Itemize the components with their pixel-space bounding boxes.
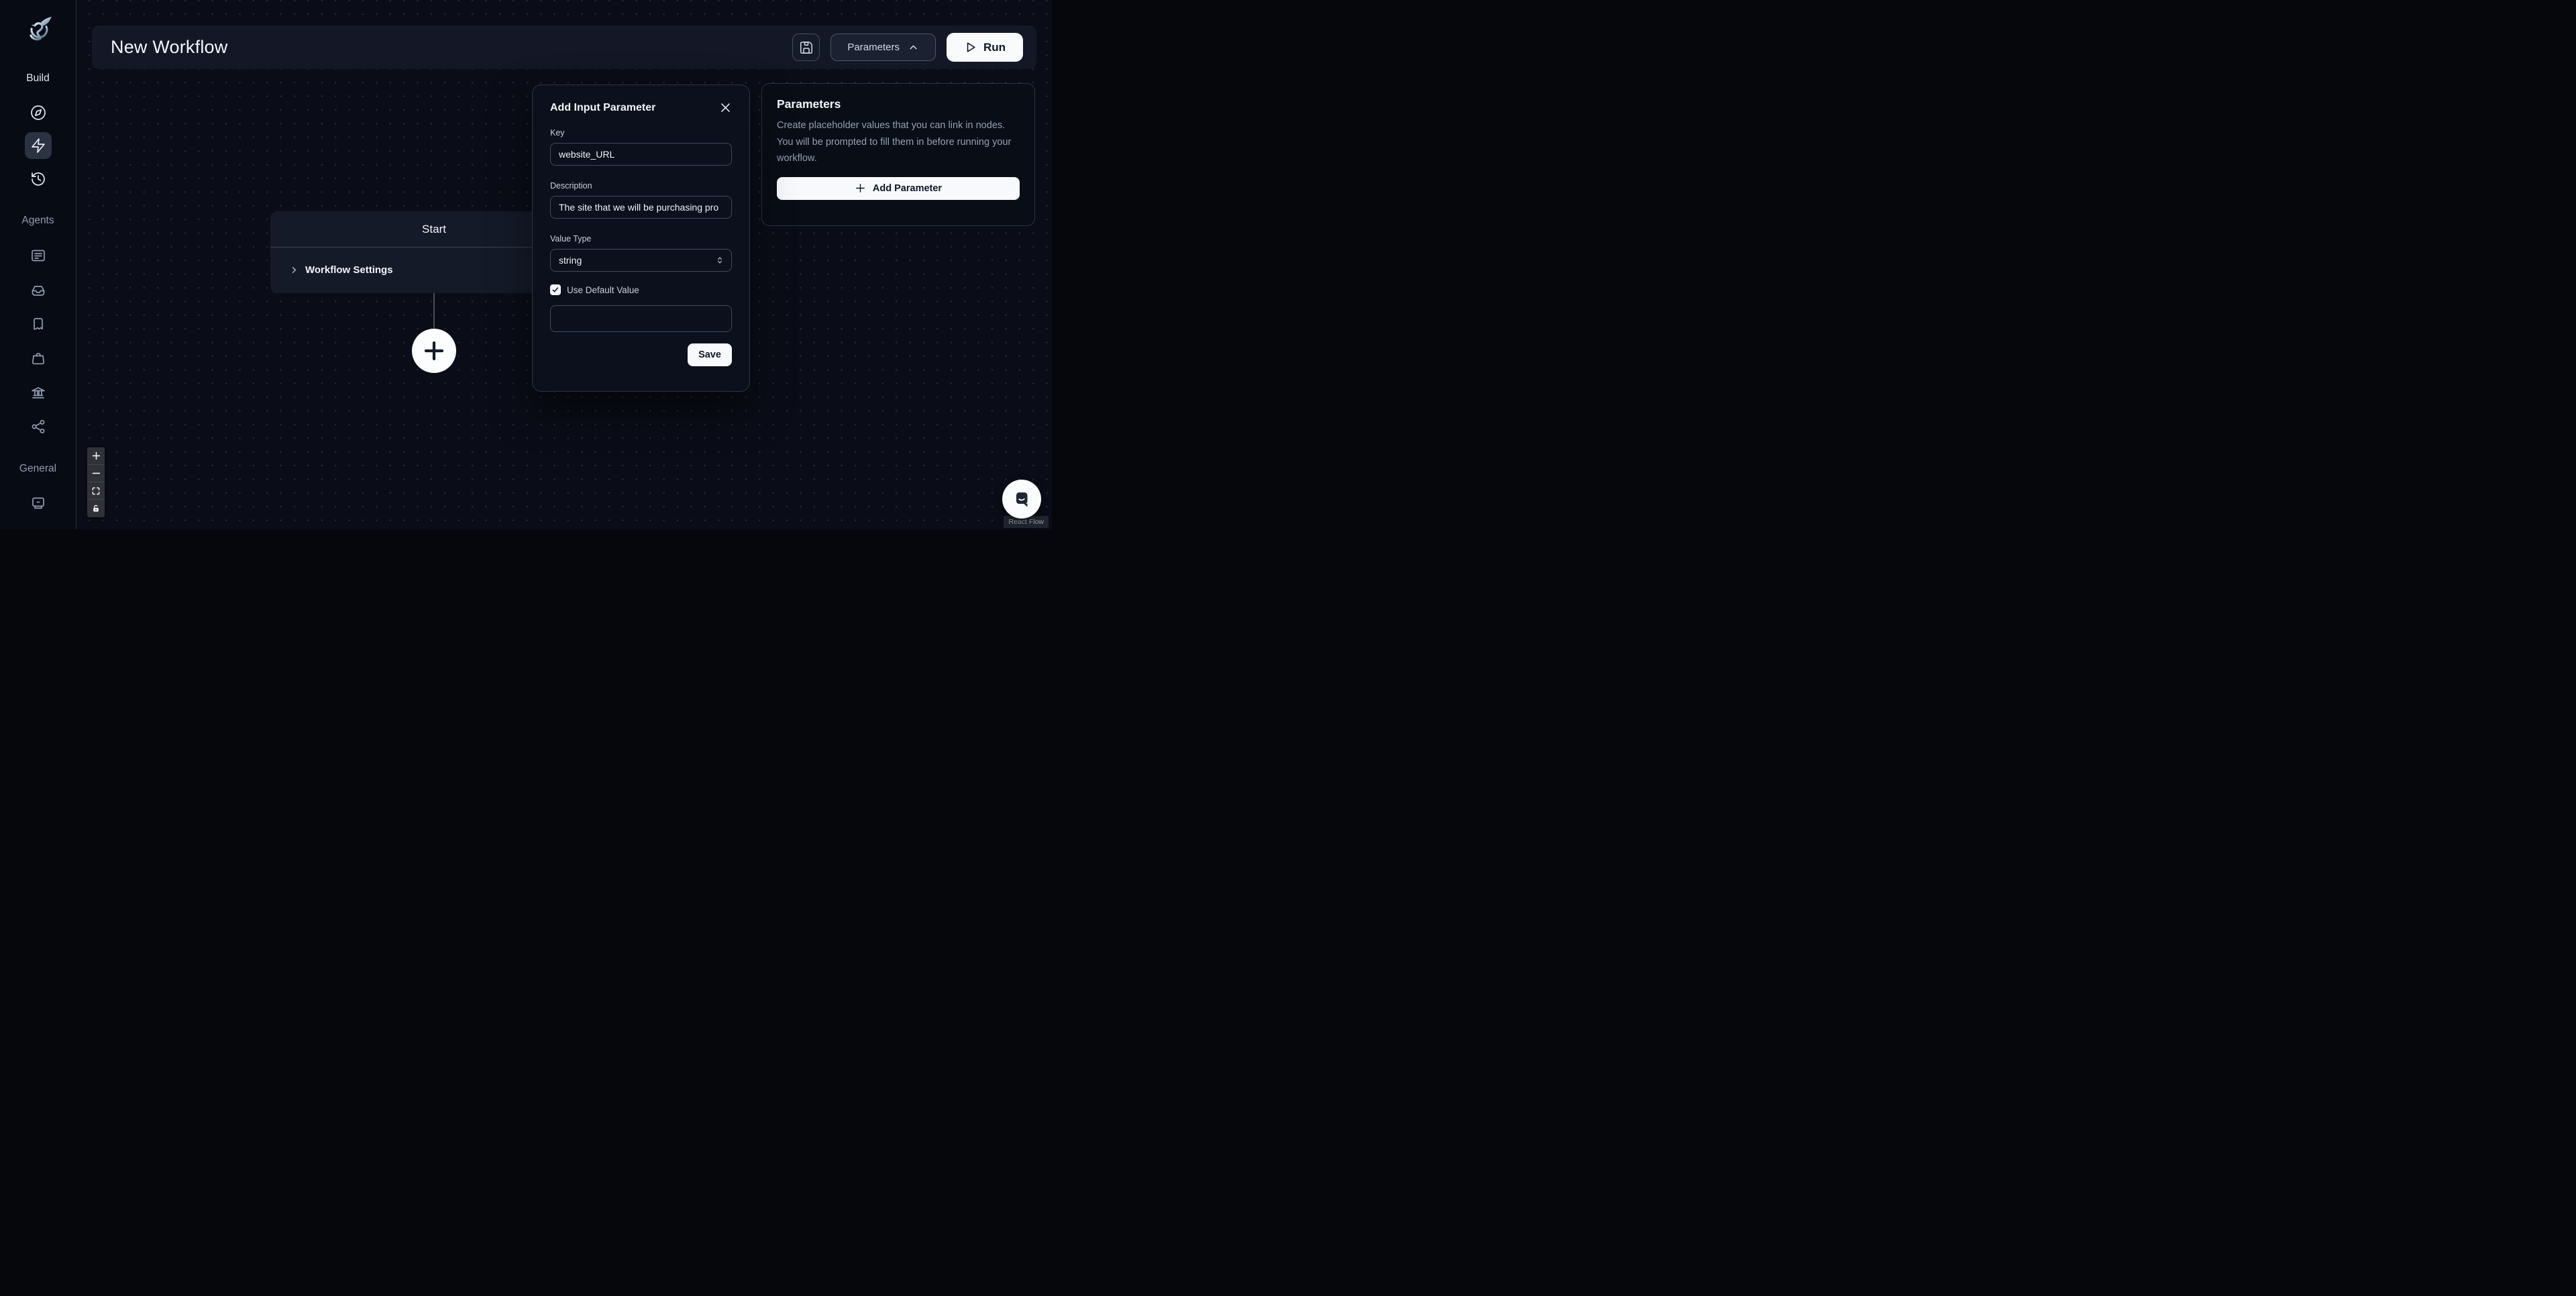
description-field-label: Description (550, 181, 732, 191)
modal-title: Add Input Parameter (550, 102, 655, 114)
app-logo-dragon-icon (22, 15, 54, 47)
save-parameter-button[interactable]: Save (688, 343, 732, 366)
value-type-selected-option: string (559, 255, 582, 266)
sidebar-section-general: General (19, 463, 56, 475)
workflow-canvas[interactable]: Start Workflow Settings New Workflow Par… (76, 0, 1052, 529)
use-default-value-row[interactable]: Use Default Value (550, 284, 732, 295)
parameters-panel-title: Parameters (777, 97, 1020, 111)
add-node-button[interactable] (412, 329, 456, 373)
canvas-controls (87, 447, 105, 517)
key-input[interactable] (550, 143, 732, 166)
parameters-button-label: Parameters (847, 42, 900, 53)
sidebar-item-workflows[interactable] (25, 132, 52, 159)
zoom-in-button[interactable] (87, 447, 105, 465)
run-button[interactable]: Run (947, 33, 1023, 62)
inbox-icon[interactable] (30, 282, 46, 298)
form-card-icon[interactable] (30, 248, 46, 264)
check-icon (551, 286, 559, 294)
history-icon[interactable] (30, 171, 46, 187)
chevron-right-icon (289, 265, 299, 275)
fit-view-icon (91, 486, 101, 496)
parameters-panel: Parameters Create placeholder values tha… (761, 83, 1035, 226)
plus-icon (855, 182, 866, 194)
description-input[interactable] (550, 196, 732, 219)
chat-bubble-icon (1010, 488, 1033, 510)
add-parameter-button[interactable]: Add Parameter (777, 177, 1020, 200)
add-parameter-label: Add Parameter (873, 183, 942, 194)
bank-icon[interactable] (30, 384, 46, 400)
chat-launcher-button[interactable] (1002, 480, 1041, 519)
save-workflow-button[interactable] (792, 34, 820, 61)
key-field-label: Key (550, 128, 732, 138)
value-type-select[interactable]: string (550, 249, 732, 272)
default-value-input[interactable] (550, 305, 732, 332)
sidebar: Build Agents General (0, 0, 76, 529)
play-icon (964, 41, 977, 54)
lock-toggle-button[interactable] (87, 500, 105, 517)
select-chevrons-icon (715, 256, 724, 265)
header-actions: Parameters Run (792, 33, 1023, 62)
parameters-toggle-button[interactable]: Parameters (830, 34, 936, 61)
value-type-field-label: Value Type (550, 234, 732, 244)
node-connector-edge (433, 293, 435, 329)
zoom-out-button[interactable] (87, 465, 105, 482)
run-button-label: Run (983, 41, 1006, 54)
close-icon (719, 101, 732, 114)
use-default-checkbox[interactable] (550, 284, 561, 295)
compass-icon[interactable] (30, 105, 46, 121)
close-modal-button[interactable] (718, 101, 732, 115)
page-title: New Workflow (111, 37, 227, 58)
lightning-icon (30, 138, 46, 154)
minus-icon (91, 468, 101, 478)
workflow-header: New Workflow Parameters Run (92, 25, 1036, 69)
unlock-icon (91, 504, 101, 513)
receipt-icon[interactable] (30, 316, 46, 332)
fit-view-button[interactable] (87, 482, 105, 500)
chevron-up-icon (908, 42, 919, 53)
save-icon (799, 40, 814, 55)
workflow-settings-label: Workflow Settings (305, 264, 393, 276)
plus-icon (423, 340, 445, 362)
sidebar-section-build: Build (26, 72, 49, 85)
parameters-panel-description: Create placeholder values that you can l… (777, 117, 1020, 167)
handbag-icon[interactable] (30, 350, 46, 366)
monitor-icon[interactable] (30, 495, 46, 511)
app-window: Start Workflow Settings New Workflow Par… (0, 0, 1052, 529)
sidebar-section-agents: Agents (21, 215, 54, 227)
plus-icon (91, 451, 101, 461)
use-default-label: Use Default Value (567, 285, 639, 295)
share-nodes-icon[interactable] (30, 419, 46, 435)
add-input-parameter-modal: Add Input Parameter Key Description Valu… (532, 85, 750, 392)
